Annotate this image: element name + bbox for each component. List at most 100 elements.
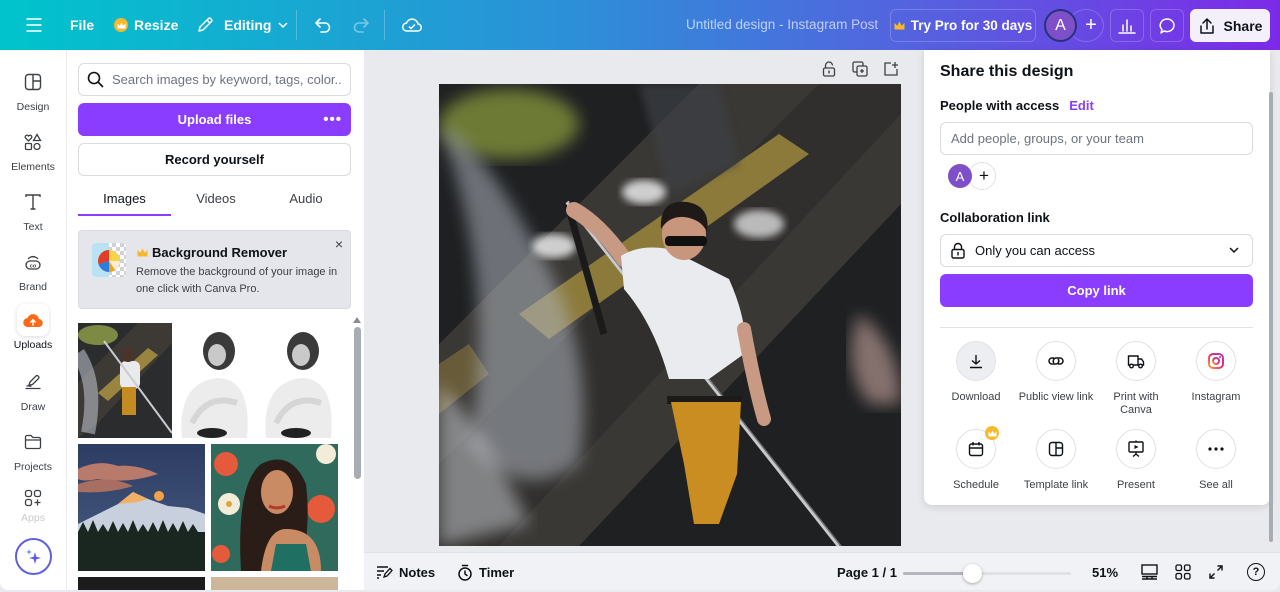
- search-input[interactable]: [112, 72, 342, 87]
- elements-shapes-icon: [17, 126, 49, 158]
- copy-link-button[interactable]: Copy link: [940, 274, 1253, 307]
- sidebar-item-elements[interactable]: Elements: [0, 126, 66, 186]
- editing-label: Editing: [224, 17, 272, 33]
- sidebar-item-design[interactable]: Design: [0, 66, 66, 126]
- zoom-slider[interactable]: [903, 564, 1071, 583]
- collaboration-link-label: Collaboration link: [940, 210, 1050, 225]
- lock-icon[interactable]: [820, 60, 838, 78]
- image-thumbnail[interactable]: [78, 323, 172, 438]
- user-avatar[interactable]: A: [1044, 9, 1077, 42]
- insights-button[interactable]: [1110, 9, 1144, 42]
- left-sidebar: Design Elements Text co Brand Uploads Dr…: [0, 50, 66, 590]
- chevron-down-icon: [1228, 244, 1240, 256]
- try-pro-button[interactable]: Try Pro for 30 days: [890, 9, 1036, 42]
- pages-view-button[interactable]: [1141, 553, 1158, 591]
- share-option-instagram[interactable]: Instagram: [1176, 341, 1256, 404]
- upload-files-button[interactable]: Upload files •••: [78, 103, 351, 136]
- help-button[interactable]: ?: [1247, 553, 1265, 591]
- try-pro-label: Try Pro for 30 days: [910, 18, 1033, 33]
- sidebar-item-apps[interactable]: Apps: [0, 486, 66, 524]
- upload-files-label: Upload files: [177, 112, 252, 127]
- sidebar-item-projects[interactable]: Projects: [0, 426, 66, 486]
- text-icon: [17, 186, 49, 218]
- toolbar-divider: [296, 10, 297, 40]
- page-indicator[interactable]: Page 1 / 1: [837, 553, 897, 591]
- share-panel-scrollbar[interactable]: [1269, 92, 1273, 542]
- lock-icon: [950, 242, 966, 259]
- scroll-up-arrow[interactable]: [353, 317, 361, 323]
- link-access-dropdown[interactable]: Only you can access: [940, 234, 1253, 267]
- share-option-schedule[interactable]: Schedule: [936, 426, 1016, 492]
- sidebar-label: Brand: [18, 281, 48, 293]
- timer-button[interactable]: Timer: [457, 553, 514, 591]
- plus-icon: +: [979, 166, 989, 185]
- resize-button[interactable]: Resize: [104, 8, 188, 42]
- crown-icon: [137, 248, 148, 257]
- apps-icon: [17, 486, 49, 509]
- search-box[interactable]: [78, 63, 351, 96]
- option-label: Print with Canva: [1113, 391, 1159, 416]
- notes-button[interactable]: Notes: [376, 553, 435, 591]
- image-thumbnail[interactable]: [78, 444, 205, 571]
- crown-icon: [114, 18, 128, 32]
- help-glyph: ?: [1252, 566, 1260, 578]
- help-icon: ?: [1247, 563, 1265, 581]
- comments-button[interactable]: [1150, 9, 1184, 42]
- image-thumbnail[interactable]: [211, 577, 338, 590]
- add-people-input[interactable]: [940, 122, 1253, 155]
- magic-assistant-button[interactable]: [15, 538, 52, 575]
- redo-button[interactable]: [342, 8, 380, 42]
- option-label: Template link: [1023, 479, 1089, 491]
- sidebar-label: Draw: [20, 401, 46, 413]
- main-menu-button[interactable]: [20, 8, 48, 42]
- add-page-icon[interactable]: [882, 60, 900, 78]
- undo-button[interactable]: [304, 8, 342, 42]
- record-yourself-button[interactable]: Record yourself: [78, 143, 351, 176]
- share-option-template-link[interactable]: Template link: [1016, 429, 1096, 492]
- editing-mode-button[interactable]: Editing: [186, 8, 299, 42]
- share-option-public-view-link[interactable]: Public view link: [1016, 341, 1096, 404]
- more-options-button[interactable]: •••: [323, 111, 342, 128]
- option-label: Instagram: [1191, 391, 1241, 403]
- image-thumbnail[interactable]: [177, 323, 257, 438]
- cloud-check-icon: [402, 17, 422, 33]
- zoom-percentage[interactable]: 51%: [1092, 553, 1118, 591]
- collaborator-avatar[interactable]: A: [948, 164, 972, 188]
- sidebar-item-text[interactable]: Text: [0, 186, 66, 246]
- image-thumbnail[interactable]: [78, 577, 205, 590]
- option-label: Download: [951, 391, 1001, 403]
- share-option-print-with-canva[interactable]: Print with Canva: [1096, 341, 1176, 417]
- tab-videos[interactable]: Videos: [171, 186, 261, 216]
- add-collaborator-button[interactable]: +: [968, 162, 996, 190]
- share-option-present[interactable]: Present: [1096, 429, 1176, 492]
- timer-icon: [457, 564, 473, 581]
- comment-icon: [1158, 17, 1176, 35]
- design-title[interactable]: Untitled design - Instagram Post: [686, 17, 878, 32]
- calendar-icon: [956, 426, 999, 469]
- zoom-slider-thumb[interactable]: [963, 564, 983, 583]
- duplicate-page-icon[interactable]: [851, 60, 869, 78]
- tab-audio[interactable]: Audio: [261, 186, 351, 216]
- tab-images[interactable]: Images: [78, 186, 171, 216]
- draw-pen-icon: [17, 366, 49, 398]
- cloud-save-status-button[interactable]: [392, 8, 432, 42]
- panel-scrollbar[interactable]: [354, 327, 361, 479]
- share-option-download[interactable]: Download: [936, 341, 1016, 404]
- grid-view-button[interactable]: [1175, 553, 1191, 591]
- file-menu-button[interactable]: File: [60, 8, 104, 42]
- share-option-see-all[interactable]: See all: [1176, 429, 1256, 492]
- design-canvas[interactable]: [439, 84, 901, 546]
- file-label: File: [70, 17, 95, 33]
- sidebar-item-uploads[interactable]: Uploads: [0, 304, 66, 364]
- hamburger-icon: [26, 18, 42, 32]
- instagram-icon: [1196, 341, 1236, 381]
- background-remover-promo[interactable]: Background Remover Remove the background…: [78, 230, 351, 309]
- close-icon[interactable]: ×: [335, 236, 343, 252]
- edit-access-link[interactable]: Edit: [1069, 98, 1094, 113]
- sidebar-item-brand[interactable]: co Brand: [0, 246, 66, 306]
- fullscreen-button[interactable]: [1208, 553, 1224, 591]
- image-thumbnail[interactable]: [211, 444, 338, 571]
- sidebar-item-draw[interactable]: Draw: [0, 366, 66, 426]
- share-button[interactable]: Share: [1190, 9, 1270, 42]
- image-thumbnail[interactable]: [261, 323, 341, 438]
